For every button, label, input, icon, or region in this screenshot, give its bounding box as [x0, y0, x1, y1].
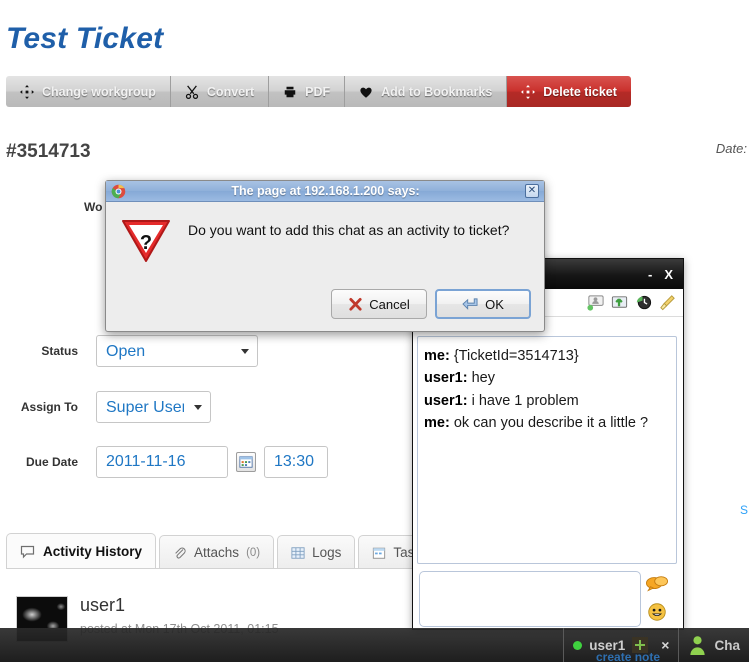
assign-to-select[interactable]: Super User [96, 391, 211, 423]
chat-message: me: ok can you describe it a little ? [424, 412, 670, 434]
page-title: Test Ticket [6, 22, 164, 55]
calendar-icon[interactable] [236, 452, 256, 472]
move-arrows-icon [521, 84, 536, 99]
upload-image-icon[interactable] [610, 293, 629, 312]
chat-message-text: ok can you describe it a little ? [453, 414, 649, 431]
status-row: Status Open [0, 335, 258, 367]
due-date-row: Due Date [0, 446, 328, 478]
online-status-icon [573, 640, 583, 650]
save-link[interactable]: Sa [740, 503, 748, 517]
convert-label: Convert [206, 84, 255, 99]
chrome-icon [111, 184, 126, 198]
tab-attachs-label: Attachs [194, 545, 240, 560]
cancel-button[interactable]: Cancel [331, 289, 427, 319]
create-note-label[interactable]: create note [596, 650, 660, 662]
dialog-titlebar: The page at 192.168.1.200 says: ✕ [106, 181, 544, 202]
ticket-id: #3514713 [6, 141, 91, 162]
grid-icon [291, 546, 305, 559]
activity-user: user1 [80, 595, 126, 615]
user-card-icon[interactable] [586, 293, 605, 312]
taskbar-chat-tab[interactable]: Cha create note [596, 628, 749, 662]
ticket-toolbar: Change workgroup Convert PDF Add to Book… [6, 76, 631, 107]
tab-activity-history[interactable]: Activity History [6, 533, 157, 569]
ok-button[interactable]: OK [435, 289, 531, 319]
add-to-bookmarks-button[interactable]: Add to Bookmarks [345, 76, 508, 107]
chat-close-button[interactable]: X [664, 267, 673, 282]
dialog-title: The page at 192.168.1.200 says: [231, 184, 420, 198]
comment-icon [20, 545, 35, 558]
delete-ticket-button[interactable]: Delete ticket [507, 76, 631, 107]
chat-input[interactable] [419, 571, 641, 627]
calendar-glyph-icon [239, 456, 253, 468]
heart-icon [360, 87, 372, 98]
chat-minimize-button[interactable]: - [648, 267, 652, 282]
ok-button-label: OK [485, 296, 504, 312]
broom-clear-icon[interactable] [658, 293, 677, 312]
chat-message: user1: hey [424, 367, 670, 389]
due-date-label: Due Date [25, 455, 78, 469]
date-label: Date: [715, 141, 747, 156]
taskbar-spacer [0, 628, 563, 662]
assign-to-select-wrap: Super User [96, 391, 211, 423]
tab-logs-label: Logs [312, 545, 342, 560]
tab-underline [6, 568, 426, 569]
dialog-actions: Cancel OK [331, 289, 531, 319]
taskbar-user-close-icon[interactable]: × [661, 637, 669, 653]
tab-attachs-count: (0) [246, 546, 261, 559]
taskbar: user1 × Cha create note [0, 628, 749, 662]
add-to-bookmarks-label: Add to Bookmarks [381, 84, 493, 99]
status-label: Status [41, 344, 78, 358]
dialog-message: Do you want to add this chat as an activ… [188, 222, 510, 238]
move-arrows-icon [20, 84, 34, 99]
chat-composer [413, 564, 683, 627]
chat-bubbles-icon[interactable] [645, 573, 669, 595]
tab-activity-history-label: Activity History [43, 544, 143, 559]
screen: Test Ticket Change workgroup Convert PDF [0, 0, 749, 662]
chat-log: me: {TicketId=3514713} user1: hey user1:… [417, 336, 677, 564]
chat-message: me: {TicketId=3514713} [424, 345, 670, 367]
due-time-input[interactable] [264, 446, 328, 478]
x-mark-icon [349, 297, 362, 311]
taskbar-chat-label: Cha [714, 637, 740, 653]
assign-to-label: Assign To [20, 400, 78, 414]
smiley-icon[interactable] [645, 601, 669, 623]
pdf-button[interactable]: PDF [269, 76, 346, 107]
printer-icon [284, 86, 296, 97]
change-workgroup-label: Change workgroup [42, 84, 156, 99]
content-tabs: Activity History Attachs (0) Logs Tas [6, 533, 431, 569]
question-warning-icon: ? [122, 220, 170, 262]
scissors-icon [185, 84, 199, 99]
change-workgroup-button[interactable]: Change workgroup [6, 76, 171, 107]
pdf-label: PDF [305, 84, 331, 99]
javascript-alert-dialog: The page at 192.168.1.200 says: ✕ ? Do y… [105, 180, 545, 332]
enter-arrow-icon [462, 297, 478, 310]
status-select-wrap: Open [96, 335, 258, 367]
chat-message-text: i have 1 problem [471, 392, 579, 409]
tab-attachs[interactable]: Attachs (0) [159, 535, 275, 569]
workgroup-label: Wo [84, 200, 103, 214]
chat-message-text: hey [471, 370, 495, 387]
chat-message: user1: i have 1 problem [424, 390, 670, 412]
chat-composer-actions [645, 571, 669, 623]
chat-message-sender: user1: [424, 370, 468, 387]
dialog-body: ? Do you want to add this chat as an act… [106, 202, 544, 268]
person-icon [690, 635, 706, 655]
calendar-icon [373, 547, 386, 559]
close-icon[interactable]: ✕ [525, 184, 539, 198]
tab-logs[interactable]: Logs [277, 535, 356, 569]
due-date-input[interactable] [96, 446, 228, 478]
svg-text:?: ? [140, 232, 152, 254]
paperclip-icon [175, 547, 186, 558]
chat-message-sender: me: [424, 414, 450, 431]
chat-message-sender: user1: [424, 392, 468, 409]
chat-message-text: {TicketId=3514713} [453, 348, 579, 364]
assign-to-row: Assign To Super User [0, 391, 211, 423]
status-select[interactable]: Open [96, 335, 258, 367]
delete-ticket-label: Delete ticket [543, 84, 617, 99]
history-clock-icon[interactable] [634, 293, 653, 312]
cancel-button-label: Cancel [369, 296, 410, 312]
chat-message-sender: me: [424, 348, 450, 364]
convert-button[interactable]: Convert [170, 76, 270, 107]
